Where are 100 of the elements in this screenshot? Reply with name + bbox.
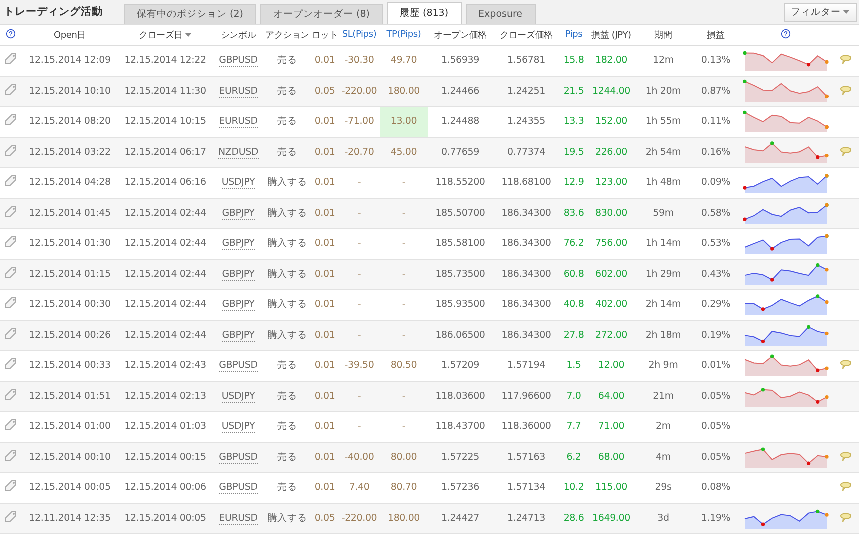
table-cell: 2m [635, 412, 692, 442]
table-cell: 12.15.2014 00:05 [118, 503, 213, 534]
symbol-link[interactable]: GBPJPY [222, 268, 255, 281]
comment-icon[interactable] [840, 358, 852, 370]
symbol-link[interactable]: GBPJPY [222, 238, 255, 250]
filter-button[interactable]: フィルター [784, 2, 857, 22]
symbol-link[interactable]: USDJPY [222, 390, 256, 403]
symbol-link[interactable]: GBPJPY [222, 208, 255, 220]
tag-icon [4, 388, 18, 402]
symbol-link[interactable]: GBPUSD [219, 55, 258, 68]
table-cell: 0.01 [311, 472, 339, 503]
table-cell: 80.50 [380, 350, 428, 381]
table-cell: - [380, 228, 428, 259]
symbol-link[interactable]: USDJPY [222, 177, 256, 190]
comment-icon[interactable] [840, 510, 852, 523]
symbol-link[interactable]: GBPJPY [222, 330, 255, 342]
table-cell: 1.5 [560, 350, 588, 381]
table-cell: 売る [264, 472, 311, 503]
tag-icon [4, 357, 18, 372]
table-cell: 1.24713 [493, 503, 560, 534]
table-cell: 12m [635, 46, 692, 76]
table-cell: 12.15.2014 01:30 [22, 228, 118, 259]
table-cell: 0.01 [311, 46, 339, 76]
table-cell: 2h 9m [635, 350, 692, 381]
tag-icon [4, 144, 18, 158]
table-cell: 12.00 [588, 350, 635, 381]
table-cell: 1.24355 [493, 106, 560, 137]
symbol-link[interactable]: GBPJPY [222, 299, 255, 312]
table-cell: 1649.00 [588, 503, 635, 534]
tag-icon [4, 204, 18, 219]
table-cell: 186.34300 [493, 290, 560, 320]
comment-icon[interactable] [840, 144, 852, 157]
symbol-link[interactable]: USDJPY [222, 421, 256, 434]
table-cell: 0.01 [311, 228, 339, 259]
table-cell: 購入する [264, 290, 311, 320]
table-cell: 1.56781 [493, 46, 560, 76]
table-cell: 0.05% [692, 412, 740, 442]
table-cell: - [339, 290, 380, 320]
table-cell: 12.15.2014 10:15 [118, 106, 213, 137]
symbol-link[interactable]: EURUSD [219, 86, 258, 98]
table-cell: 12.15.2014 12:22 [118, 46, 213, 76]
symbol-link[interactable]: EURUSD [219, 512, 258, 525]
table-cell: 12.15.2014 02:44 [118, 228, 213, 259]
symbol-link[interactable]: GBPUSD [219, 482, 258, 494]
table-cell: 118.68100 [493, 168, 560, 198]
table-cell: 115.00 [588, 472, 635, 503]
tab[interactable]: Exposure [466, 4, 536, 24]
table-cell: 12.15.2014 01:03 [118, 412, 213, 442]
comment-icon[interactable] [840, 84, 852, 96]
table-cell: 0.08% [692, 472, 740, 503]
table-cell: 123.00 [588, 168, 635, 198]
table-cell: 0.11% [692, 106, 740, 137]
table-cell: 12.15.2014 06:16 [118, 168, 213, 198]
table-cell: 12.15.2014 08:20 [22, 106, 118, 137]
table-cell: 1.57209 [428, 350, 493, 381]
table-cell: - [339, 228, 380, 259]
comment-icon[interactable] [840, 53, 852, 66]
table-cell: 1h 55m [635, 106, 692, 137]
table-cell: 182.00 [588, 46, 635, 76]
table-cell: 1.56939 [428, 46, 493, 76]
table-cell: 185.93500 [428, 290, 493, 320]
table-cell: 7.40 [339, 472, 380, 503]
help-icon[interactable] [781, 28, 791, 38]
table-cell: 118.36000 [493, 412, 560, 442]
tag-icon [4, 326, 18, 341]
table-cell: 28.6 [560, 503, 588, 534]
comment-icon[interactable] [840, 480, 852, 492]
table-cell: 186.34300 [493, 228, 560, 259]
comment-icon[interactable] [840, 450, 852, 462]
tab[interactable]: 保有中のポジション (2) [124, 4, 256, 24]
table-cell: 1.57134 [493, 472, 560, 503]
table-cell: 1.24427 [428, 503, 493, 534]
tab[interactable]: 履歴 (813) [386, 2, 462, 24]
table-cell: 29s [635, 472, 692, 503]
table-cell: 40.8 [560, 290, 588, 320]
table-cell: 118.43700 [428, 412, 493, 442]
panel-title: トレーディング活動 [4, 5, 104, 19]
table-cell: 10.2 [560, 472, 588, 503]
table-cell: 71.00 [588, 412, 635, 442]
table-cell: 0.01 [311, 106, 339, 137]
table-cell: - [380, 290, 428, 320]
tag-icon [4, 510, 18, 524]
symbol-link[interactable]: NZDUSD [218, 146, 259, 159]
table-cell: 3d [635, 503, 692, 534]
symbol-link[interactable]: EURUSD [219, 116, 258, 128]
help-icon[interactable] [6, 28, 16, 38]
table-cell: 0.09% [692, 168, 740, 198]
table-cell: 180.00 [380, 503, 428, 534]
table-cell: 0.13% [692, 46, 740, 76]
table-cell: 0.29% [692, 290, 740, 320]
table-cell: -39.50 [339, 350, 380, 381]
table-cell: 0.01 [311, 350, 339, 381]
table-cell: 売る [264, 46, 311, 76]
table-cell: 13.00 [380, 106, 428, 137]
table-cell: 0.01 [311, 412, 339, 442]
tag-icon [4, 418, 18, 432]
symbol-link[interactable]: GBPUSD [219, 452, 258, 464]
table-cell: 0.53% [692, 228, 740, 259]
tab[interactable]: オープンオーダー (8) [260, 4, 383, 24]
symbol-link[interactable]: GBPUSD [219, 360, 258, 372]
